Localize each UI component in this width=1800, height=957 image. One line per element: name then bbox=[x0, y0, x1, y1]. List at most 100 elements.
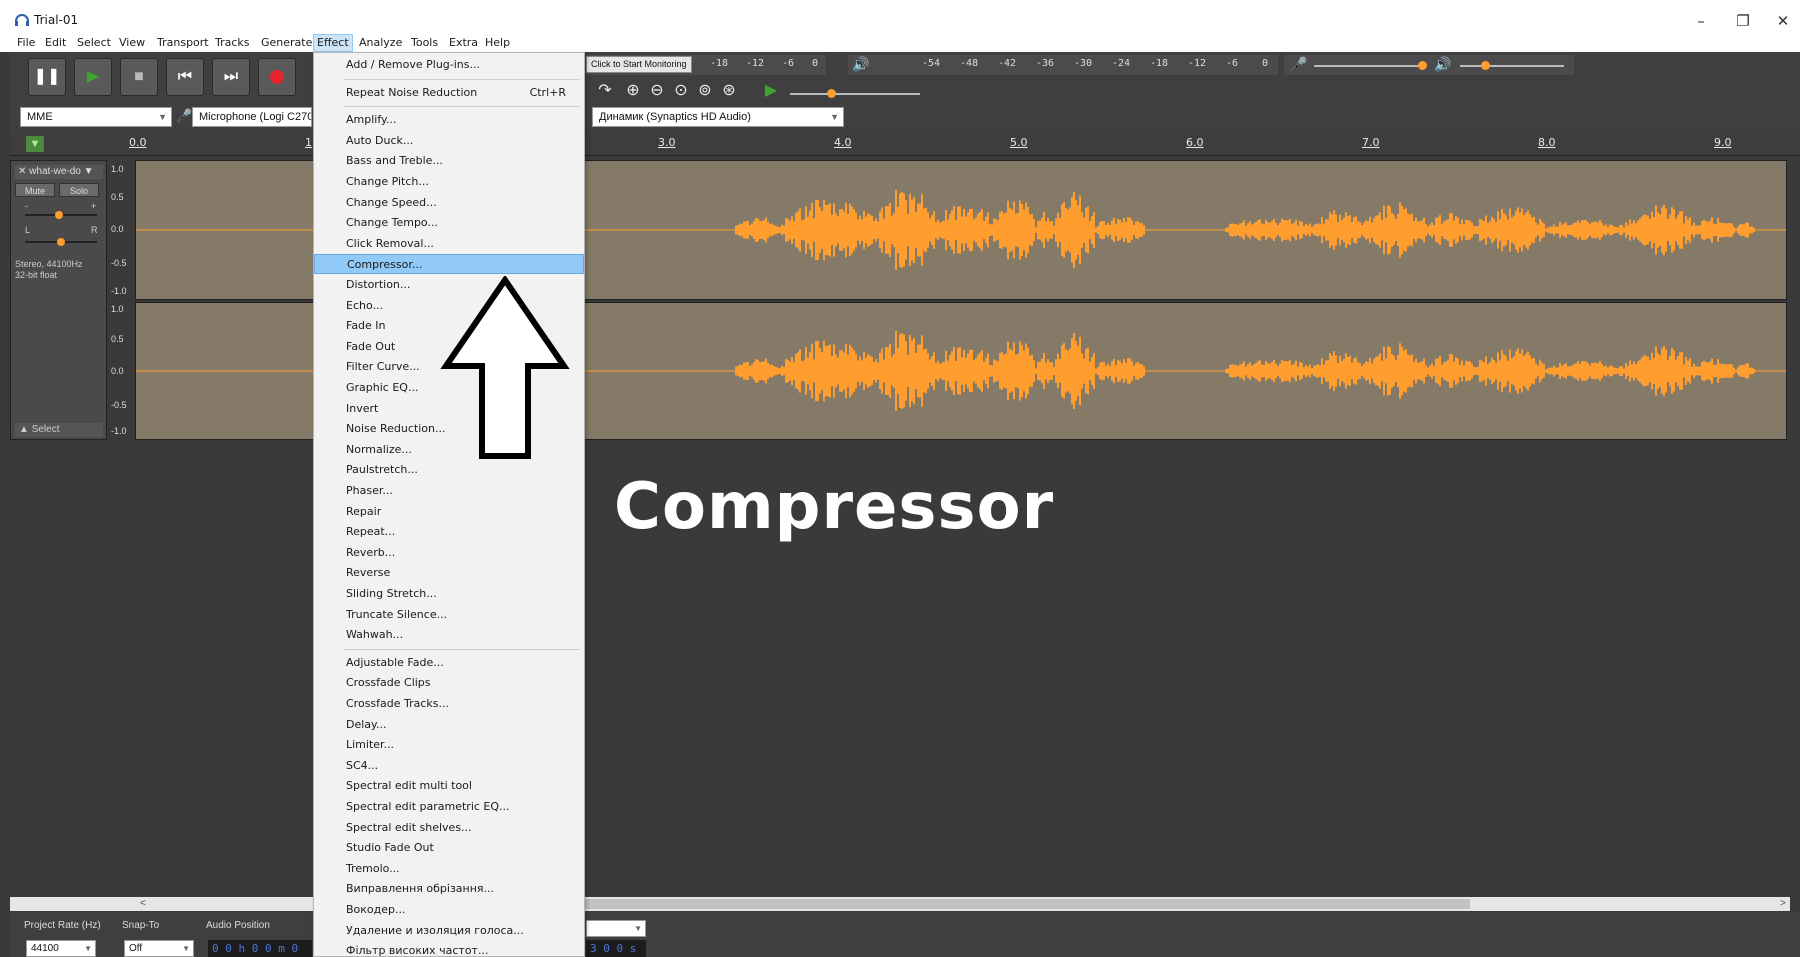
fit-selection-icon[interactable]: ⊙ bbox=[670, 80, 692, 102]
effect-menu-item[interactable]: Adjustable Fade... bbox=[314, 653, 584, 673]
effect-menu-item[interactable]: Crossfade Tracks... bbox=[314, 694, 584, 714]
effect-menu-item[interactable]: Spectral edit multi tool bbox=[314, 776, 584, 796]
effect-menu-item[interactable]: Spectral edit parametric EQ... bbox=[314, 797, 584, 817]
selection-mode-select[interactable]: ▼ bbox=[586, 920, 646, 937]
pan-slider[interactable] bbox=[25, 238, 97, 246]
menu-transport[interactable]: Transport bbox=[154, 34, 212, 52]
gain-slider[interactable] bbox=[25, 211, 97, 219]
select-track-button[interactable]: ▲ Select bbox=[15, 423, 103, 437]
fit-project-icon[interactable]: ⊚ bbox=[694, 80, 716, 102]
audio-host-select[interactable]: MME ▼ bbox=[20, 107, 172, 127]
track-name-menu[interactable]: ✕ what-we-do ▼ bbox=[15, 165, 103, 179]
menu-generate[interactable]: Generate bbox=[258, 34, 315, 52]
play-speed-slider[interactable] bbox=[827, 89, 836, 98]
effect-menu-item[interactable]: Виправлення обрізання... bbox=[314, 879, 584, 899]
effect-menu-item[interactable]: Tremolo... bbox=[314, 859, 584, 879]
play-at-speed-icon[interactable]: ▶ bbox=[760, 80, 782, 102]
scale-label: 1.0 bbox=[111, 304, 124, 314]
effect-menu-item[interactable]: Limiter... bbox=[314, 735, 584, 755]
gain-slider-knob[interactable] bbox=[55, 211, 63, 219]
maximize-button[interactable]: ❐ bbox=[1728, 9, 1758, 33]
effect-menu-item[interactable]: Change Speed... bbox=[314, 193, 584, 213]
effect-menu-item[interactable]: Change Tempo... bbox=[314, 213, 584, 233]
minimize-button[interactable]: – bbox=[1686, 9, 1716, 33]
recording-volume-slider[interactable] bbox=[1418, 61, 1427, 70]
pan-slider-knob[interactable] bbox=[57, 238, 65, 246]
effect-menu-item[interactable]: Delay... bbox=[314, 715, 584, 735]
effect-menu-item[interactable]: Удаление и изоляция голоса... bbox=[314, 921, 584, 941]
menu-separator bbox=[344, 106, 580, 108]
pause-button[interactable]: ❚❚ bbox=[28, 58, 66, 96]
zoom-out-icon[interactable]: ⊖ bbox=[646, 80, 668, 102]
effect-menu-item[interactable]: Phaser... bbox=[314, 481, 584, 501]
mixer-sliders[interactable]: 🎤 🔊 bbox=[1284, 55, 1574, 75]
menu-select[interactable]: Select bbox=[74, 34, 114, 52]
effect-menu-item[interactable]: Paulstretch... bbox=[314, 460, 584, 480]
menu-tracks[interactable]: Tracks bbox=[212, 34, 253, 52]
skip-start-button[interactable]: ⏮ bbox=[166, 58, 204, 96]
playback-volume-slider[interactable] bbox=[1481, 61, 1490, 70]
scroll-right-icon[interactable]: > bbox=[1780, 897, 1786, 911]
menu-view[interactable]: View bbox=[116, 34, 148, 52]
effect-menu-item[interactable]: Wahwah... bbox=[314, 625, 584, 645]
snap-to-select[interactable]: Off ▼ bbox=[124, 940, 194, 957]
play-button[interactable]: ▶ bbox=[74, 58, 112, 96]
solo-button[interactable]: Solo bbox=[59, 183, 99, 197]
menu-help[interactable]: Help bbox=[482, 34, 513, 52]
close-button[interactable]: ✕ bbox=[1768, 9, 1798, 33]
effect-menu-item[interactable]: Click Removal... bbox=[314, 234, 584, 254]
effect-menu-item[interactable]: Reverb... bbox=[314, 543, 584, 563]
effect-menu-item[interactable]: Repair bbox=[314, 502, 584, 522]
menu-tools[interactable]: Tools bbox=[408, 34, 441, 52]
effect-menu-item[interactable]: Studio Fade Out bbox=[314, 838, 584, 858]
effect-menu-item[interactable]: SC4... bbox=[314, 756, 584, 776]
effect-menu-item[interactable]: Bass and Treble... bbox=[314, 151, 584, 171]
play-meter-tick: -42 bbox=[998, 58, 1017, 69]
redo-icon[interactable]: ↷ bbox=[594, 80, 616, 102]
playback-device-select[interactable]: Динамик (Synaptics HD Audio) ▼ bbox=[592, 107, 844, 127]
effect-menu-item[interactable]: Auto Duck... bbox=[314, 131, 584, 151]
effect-menu-item[interactable]: Reverse bbox=[314, 563, 584, 583]
effect-menu-item[interactable]: Truncate Silence... bbox=[314, 605, 584, 625]
menu-file[interactable]: File bbox=[14, 34, 38, 52]
effect-menu-item-label: Click Removal... bbox=[346, 236, 434, 250]
timeline-ruler[interactable]: ▼ 0.0 1 3.0 4.0 5.0 6.0 7.0 8.0 9.0 bbox=[10, 132, 1800, 156]
horizontal-scrollbar[interactable]: < > bbox=[10, 897, 1790, 911]
scale-label: 0.5 bbox=[111, 334, 124, 344]
effect-menu-item[interactable]: Spectral edit shelves... bbox=[314, 818, 584, 838]
effect-menu-item[interactable]: Repeat Noise Reduction Ctrl+R bbox=[314, 83, 584, 103]
zoom-toggle-icon[interactable]: ⊛ bbox=[718, 80, 740, 102]
pinned-play-head-icon[interactable]: ▼ bbox=[26, 136, 44, 152]
menu-extra[interactable]: Extra bbox=[446, 34, 481, 52]
effect-menu-item[interactable]: Sliding Stretch... bbox=[314, 584, 584, 604]
effect-menu-item[interactable]: Amplify... bbox=[314, 110, 584, 130]
close-track-icon[interactable]: ✕ bbox=[18, 166, 29, 177]
effect-menu-item[interactable]: Repeat... bbox=[314, 522, 584, 542]
scroll-left-icon[interactable]: < bbox=[140, 897, 146, 911]
effect-menu-item[interactable]: Фільтр високих частот... bbox=[314, 941, 584, 957]
playback-meter[interactable]: 🔊 -54 -48 -42 -36 -30 -24 -18 -12 -6 0 bbox=[848, 55, 1278, 75]
audio-position-label: Audio Position bbox=[206, 920, 270, 931]
effect-menu-item[interactable]: Compressor... bbox=[314, 254, 584, 275]
scrollbar-thumb[interactable] bbox=[510, 899, 1470, 909]
zoom-in-icon[interactable]: ⊕ bbox=[622, 80, 644, 102]
stop-button[interactable]: ■ bbox=[120, 58, 158, 96]
start-monitoring-button[interactable]: Click to Start Monitoring bbox=[586, 56, 692, 73]
selection-end-field[interactable]: 3 0 0 s bbox=[586, 940, 646, 957]
waveform-segment bbox=[785, 199, 875, 261]
mute-button[interactable]: Mute bbox=[15, 183, 55, 197]
effect-menu-dropdown: Add / Remove Plug-ins... Repeat Noise Red… bbox=[313, 52, 585, 957]
effect-menu-item[interactable]: Crossfade Clips bbox=[314, 673, 584, 693]
effect-menu-item[interactable]: Change Pitch... bbox=[314, 172, 584, 192]
menu-analyze[interactable]: Analyze bbox=[356, 34, 405, 52]
effect-menu-item[interactable]: Add / Remove Plug-ins... bbox=[314, 55, 584, 75]
recording-device-select[interactable]: Microphone (Logi C270 bbox=[192, 107, 312, 127]
effect-menu-item[interactable]: Вокодер... bbox=[314, 900, 584, 920]
menu-effect[interactable]: Effect bbox=[313, 34, 353, 52]
menu-edit[interactable]: Edit bbox=[42, 34, 69, 52]
skip-end-button[interactable]: ⏭ bbox=[212, 58, 250, 96]
effect-menu-item-label: Amplify... bbox=[346, 113, 397, 127]
record-button[interactable] bbox=[258, 58, 296, 96]
audio-position-field[interactable]: 0 0 h 0 0 m 0 0 0 bbox=[208, 940, 312, 957]
project-rate-select[interactable]: 44100 ▼ bbox=[26, 940, 96, 957]
